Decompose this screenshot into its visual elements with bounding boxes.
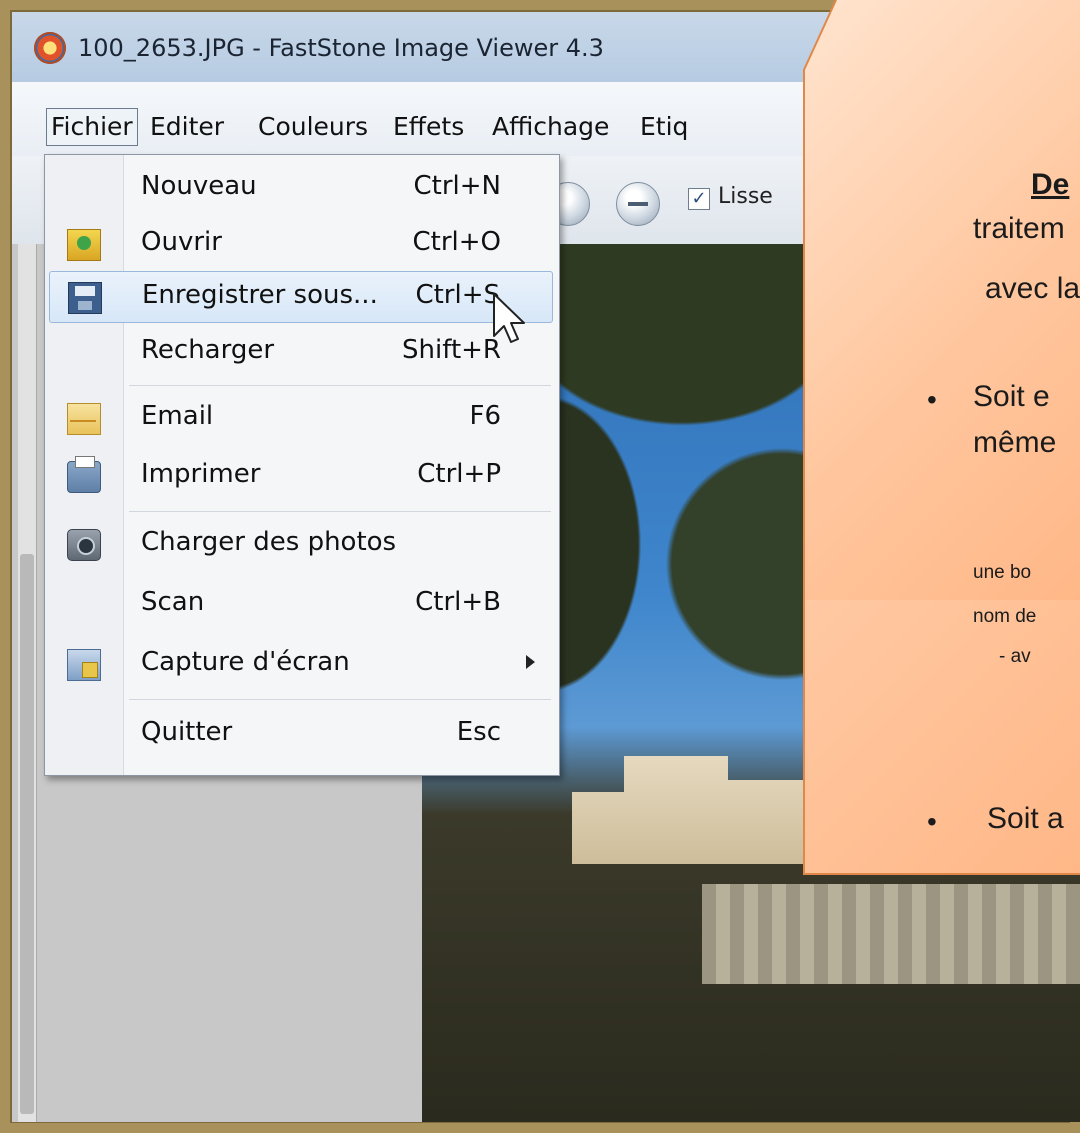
title-bar[interactable]: 100_2653.JPG - FastStone Image Viewer 4.… — [12, 12, 1080, 82]
menu-item-label: Quitter — [141, 717, 233, 747]
zoom-out-icon[interactable] — [616, 182, 660, 226]
mouse-cursor-icon — [493, 293, 525, 343]
menu-bar: Fichier Editer Couleurs Effets Affichage… — [12, 82, 1080, 157]
menu-item-label: Email — [141, 401, 214, 431]
menu-item-label: Enregistrer sous... — [142, 280, 378, 310]
menu-item-shortcut: Shift+R — [402, 335, 501, 365]
menu-item-capture-ecran[interactable]: Capture d'écran — [45, 639, 557, 691]
submenu-arrow-icon — [526, 655, 535, 669]
menu-item-imprimer[interactable]: Imprimer Ctrl+P — [45, 451, 557, 503]
smooth-checkbox[interactable]: ✓ — [688, 188, 710, 210]
callout-background-lower: nom de - av • Soit a — [803, 600, 1080, 875]
smooth-label: Lisse — [718, 184, 773, 209]
menu-item-recharger[interactable]: Recharger Shift+R — [45, 327, 557, 379]
callout-note: nom de — [973, 606, 1037, 627]
menu-couleurs[interactable]: Couleurs — [254, 108, 372, 146]
file-dropdown-menu: Nouveau Ctrl+N Ouvrir Ctrl+O Enregistrer… — [44, 154, 560, 776]
menu-item-label: Scan — [141, 587, 205, 617]
printer-icon — [67, 456, 101, 493]
menu-etiquettes[interactable]: Etiq — [636, 108, 692, 146]
screen-capture-icon — [67, 649, 101, 681]
menu-item-scan[interactable]: Scan Ctrl+B — [45, 579, 557, 631]
menu-effets[interactable]: Effets — [389, 108, 468, 146]
menu-item-email[interactable]: Email F6 — [45, 393, 557, 445]
menu-item-label: Capture d'écran — [141, 647, 350, 677]
menu-item-enregistrer-sous[interactable]: Enregistrer sous... Ctrl+S — [49, 271, 553, 323]
menu-item-shortcut: Ctrl+P — [417, 459, 501, 489]
menu-item-shortcut: F6 — [469, 401, 502, 431]
menu-affichage[interactable]: Affichage — [488, 108, 613, 146]
open-folder-icon — [67, 229, 101, 261]
camera-icon — [67, 529, 101, 561]
email-envelope-icon — [67, 403, 101, 435]
menu-item-charger-photos[interactable]: Charger des photos — [45, 519, 557, 571]
menu-item-shortcut: Ctrl+N — [413, 171, 502, 201]
menu-item-shortcut: Ctrl+B — [415, 587, 501, 617]
menu-item-label: Charger des photos — [141, 527, 397, 557]
menu-item-label: Imprimer — [141, 459, 261, 489]
menu-item-label: Recharger — [141, 335, 275, 365]
menu-item-shortcut: Esc — [456, 717, 501, 747]
bullet-point: • — [927, 806, 937, 837]
window-title: 100_2653.JPG - FastStone Image Viewer 4.… — [78, 34, 604, 62]
menu-item-nouveau[interactable]: Nouveau Ctrl+N — [45, 163, 557, 215]
menu-item-shortcut: Ctrl+S — [415, 280, 500, 310]
menu-item-ouvrir[interactable]: Ouvrir Ctrl+O — [45, 219, 557, 271]
callout-bullet-text: Soit a — [987, 802, 1064, 835]
photo-wall — [702, 884, 1080, 984]
callout-note: - av — [999, 646, 1031, 667]
app-logo-icon — [34, 32, 66, 64]
menu-separator — [129, 511, 551, 512]
menu-editer[interactable]: Editer — [146, 108, 228, 146]
menu-item-quitter[interactable]: Quitter Esc — [45, 709, 557, 761]
photo-buildings — [572, 756, 832, 864]
menu-fichier[interactable]: Fichier — [46, 108, 138, 146]
menu-item-shortcut: Ctrl+O — [412, 227, 501, 257]
save-disk-icon — [68, 282, 102, 314]
scrollbar-thumb[interactable] — [20, 554, 34, 1114]
menu-separator — [129, 699, 551, 700]
menu-item-label: Nouveau — [141, 171, 257, 201]
menu-item-label: Ouvrir — [141, 227, 222, 257]
menu-separator — [129, 385, 551, 386]
